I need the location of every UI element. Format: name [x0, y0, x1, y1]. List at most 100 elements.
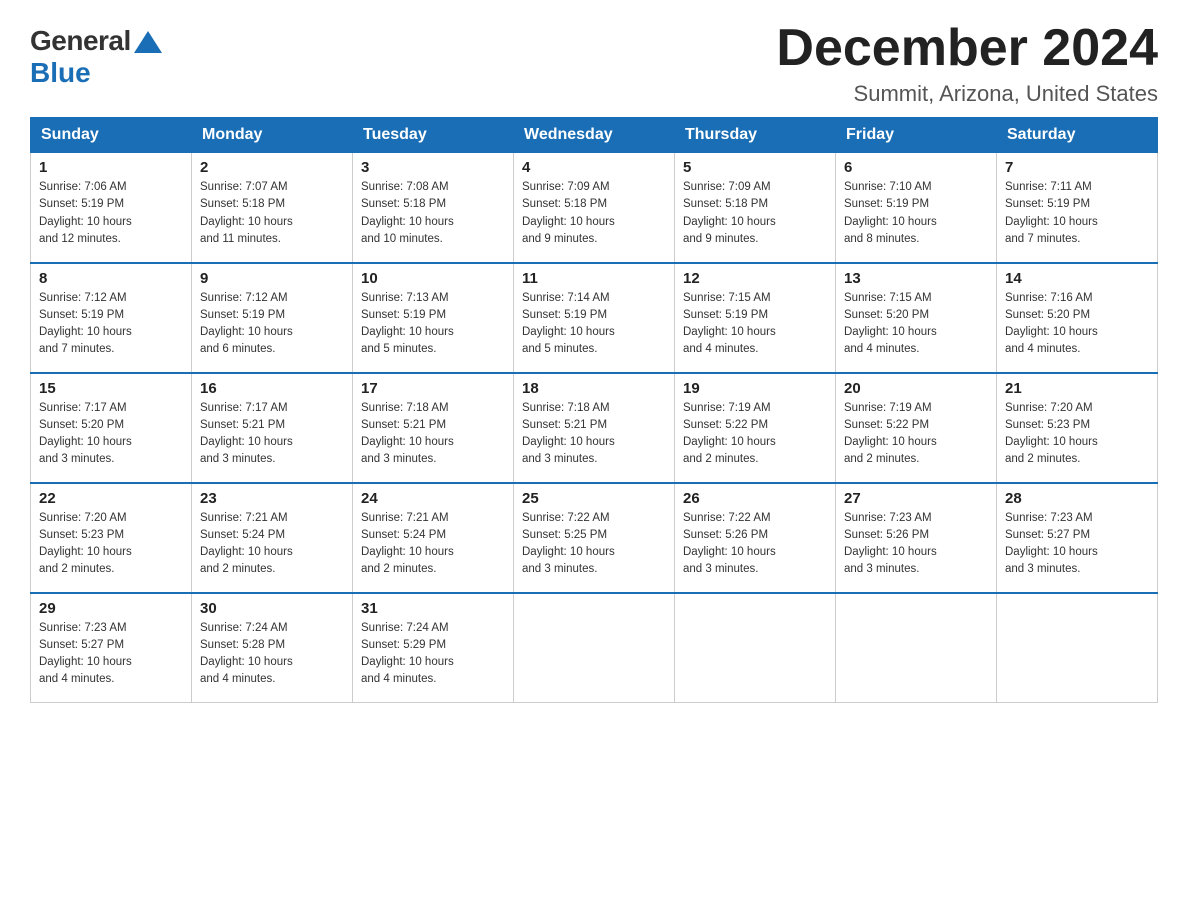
- day-info: Sunrise: 7:23 AMSunset: 5:27 PMDaylight:…: [1005, 510, 1149, 579]
- calendar-cell: 6 Sunrise: 7:10 AMSunset: 5:19 PMDayligh…: [836, 153, 997, 263]
- logo-general: General: [30, 25, 162, 57]
- week-row-3: 15 Sunrise: 7:17 AMSunset: 5:20 PMDaylig…: [31, 373, 1158, 483]
- day-number: 16: [200, 380, 344, 397]
- calendar-table: SundayMondayTuesdayWednesdayThursdayFrid…: [30, 117, 1158, 703]
- calendar-cell: 28 Sunrise: 7:23 AMSunset: 5:27 PMDaylig…: [997, 483, 1158, 593]
- calendar-cell: 12 Sunrise: 7:15 AMSunset: 5:19 PMDaylig…: [675, 263, 836, 373]
- week-row-2: 8 Sunrise: 7:12 AMSunset: 5:19 PMDayligh…: [31, 263, 1158, 373]
- day-number: 2: [200, 159, 344, 176]
- day-info: Sunrise: 7:13 AMSunset: 5:19 PMDaylight:…: [361, 290, 505, 359]
- calendar-cell: [997, 593, 1158, 703]
- calendar-cell: 20 Sunrise: 7:19 AMSunset: 5:22 PMDaylig…: [836, 373, 997, 483]
- day-info: Sunrise: 7:10 AMSunset: 5:19 PMDaylight:…: [844, 179, 988, 248]
- day-info: Sunrise: 7:08 AMSunset: 5:18 PMDaylight:…: [361, 179, 505, 248]
- day-number: 19: [683, 380, 827, 397]
- calendar-cell: 4 Sunrise: 7:09 AMSunset: 5:18 PMDayligh…: [514, 153, 675, 263]
- day-info: Sunrise: 7:18 AMSunset: 5:21 PMDaylight:…: [522, 400, 666, 469]
- day-info: Sunrise: 7:24 AMSunset: 5:29 PMDaylight:…: [361, 620, 505, 689]
- calendar-cell: [836, 593, 997, 703]
- logo-triangle-icon: [134, 31, 162, 53]
- calendar-cell: 16 Sunrise: 7:17 AMSunset: 5:21 PMDaylig…: [192, 373, 353, 483]
- day-info: Sunrise: 7:20 AMSunset: 5:23 PMDaylight:…: [1005, 400, 1149, 469]
- day-number: 10: [361, 270, 505, 287]
- weekday-header-row: SundayMondayTuesdayWednesdayThursdayFrid…: [31, 118, 1158, 153]
- week-row-5: 29 Sunrise: 7:23 AMSunset: 5:27 PMDaylig…: [31, 593, 1158, 703]
- day-info: Sunrise: 7:07 AMSunset: 5:18 PMDaylight:…: [200, 179, 344, 248]
- day-number: 6: [844, 159, 988, 176]
- day-number: 5: [683, 159, 827, 176]
- location-title: Summit, Arizona, United States: [776, 81, 1158, 107]
- calendar-cell: 22 Sunrise: 7:20 AMSunset: 5:23 PMDaylig…: [31, 483, 192, 593]
- calendar-cell: 18 Sunrise: 7:18 AMSunset: 5:21 PMDaylig…: [514, 373, 675, 483]
- calendar-cell: 30 Sunrise: 7:24 AMSunset: 5:28 PMDaylig…: [192, 593, 353, 703]
- calendar-body: 1 Sunrise: 7:06 AMSunset: 5:19 PMDayligh…: [31, 153, 1158, 703]
- calendar-cell: 9 Sunrise: 7:12 AMSunset: 5:19 PMDayligh…: [192, 263, 353, 373]
- day-info: Sunrise: 7:19 AMSunset: 5:22 PMDaylight:…: [844, 400, 988, 469]
- day-number: 20: [844, 380, 988, 397]
- day-number: 8: [39, 270, 183, 287]
- day-number: 4: [522, 159, 666, 176]
- calendar-cell: 11 Sunrise: 7:14 AMSunset: 5:19 PMDaylig…: [514, 263, 675, 373]
- day-number: 3: [361, 159, 505, 176]
- calendar-cell: 13 Sunrise: 7:15 AMSunset: 5:20 PMDaylig…: [836, 263, 997, 373]
- day-number: 22: [39, 490, 183, 507]
- day-number: 12: [683, 270, 827, 287]
- logo-blue-text: Blue: [30, 57, 91, 89]
- calendar-header: SundayMondayTuesdayWednesdayThursdayFrid…: [31, 118, 1158, 153]
- day-number: 27: [844, 490, 988, 507]
- day-info: Sunrise: 7:24 AMSunset: 5:28 PMDaylight:…: [200, 620, 344, 689]
- day-info: Sunrise: 7:19 AMSunset: 5:22 PMDaylight:…: [683, 400, 827, 469]
- calendar-cell: 19 Sunrise: 7:19 AMSunset: 5:22 PMDaylig…: [675, 373, 836, 483]
- day-info: Sunrise: 7:17 AMSunset: 5:21 PMDaylight:…: [200, 400, 344, 469]
- day-info: Sunrise: 7:16 AMSunset: 5:20 PMDaylight:…: [1005, 290, 1149, 359]
- day-number: 15: [39, 380, 183, 397]
- week-row-4: 22 Sunrise: 7:20 AMSunset: 5:23 PMDaylig…: [31, 483, 1158, 593]
- weekday-header-sunday: Sunday: [31, 118, 192, 153]
- week-row-1: 1 Sunrise: 7:06 AMSunset: 5:19 PMDayligh…: [31, 153, 1158, 263]
- day-number: 1: [39, 159, 183, 176]
- day-info: Sunrise: 7:14 AMSunset: 5:19 PMDaylight:…: [522, 290, 666, 359]
- day-info: Sunrise: 7:06 AMSunset: 5:19 PMDaylight:…: [39, 179, 183, 248]
- calendar-cell: 17 Sunrise: 7:18 AMSunset: 5:21 PMDaylig…: [353, 373, 514, 483]
- day-info: Sunrise: 7:22 AMSunset: 5:26 PMDaylight:…: [683, 510, 827, 579]
- day-number: 11: [522, 270, 666, 287]
- logo-general-text: General: [30, 25, 131, 57]
- calendar-cell: [514, 593, 675, 703]
- day-number: 7: [1005, 159, 1149, 176]
- calendar-cell: 3 Sunrise: 7:08 AMSunset: 5:18 PMDayligh…: [353, 153, 514, 263]
- calendar-cell: 21 Sunrise: 7:20 AMSunset: 5:23 PMDaylig…: [997, 373, 1158, 483]
- day-info: Sunrise: 7:12 AMSunset: 5:19 PMDaylight:…: [200, 290, 344, 359]
- day-info: Sunrise: 7:15 AMSunset: 5:20 PMDaylight:…: [844, 290, 988, 359]
- weekday-header-tuesday: Tuesday: [353, 118, 514, 153]
- day-number: 26: [683, 490, 827, 507]
- day-number: 14: [1005, 270, 1149, 287]
- calendar-cell: 5 Sunrise: 7:09 AMSunset: 5:18 PMDayligh…: [675, 153, 836, 263]
- day-info: Sunrise: 7:15 AMSunset: 5:19 PMDaylight:…: [683, 290, 827, 359]
- month-title: December 2024: [776, 20, 1158, 77]
- weekday-header-friday: Friday: [836, 118, 997, 153]
- day-number: 28: [1005, 490, 1149, 507]
- day-number: 24: [361, 490, 505, 507]
- weekday-header-saturday: Saturday: [997, 118, 1158, 153]
- day-number: 31: [361, 600, 505, 617]
- day-number: 30: [200, 600, 344, 617]
- day-number: 29: [39, 600, 183, 617]
- calendar-cell: 2 Sunrise: 7:07 AMSunset: 5:18 PMDayligh…: [192, 153, 353, 263]
- calendar-cell: 8 Sunrise: 7:12 AMSunset: 5:19 PMDayligh…: [31, 263, 192, 373]
- day-info: Sunrise: 7:09 AMSunset: 5:18 PMDaylight:…: [522, 179, 666, 248]
- day-info: Sunrise: 7:21 AMSunset: 5:24 PMDaylight:…: [200, 510, 344, 579]
- day-info: Sunrise: 7:11 AMSunset: 5:19 PMDaylight:…: [1005, 179, 1149, 248]
- day-info: Sunrise: 7:09 AMSunset: 5:18 PMDaylight:…: [683, 179, 827, 248]
- day-info: Sunrise: 7:21 AMSunset: 5:24 PMDaylight:…: [361, 510, 505, 579]
- day-number: 25: [522, 490, 666, 507]
- day-number: 21: [1005, 380, 1149, 397]
- weekday-header-thursday: Thursday: [675, 118, 836, 153]
- calendar-cell: 15 Sunrise: 7:17 AMSunset: 5:20 PMDaylig…: [31, 373, 192, 483]
- title-block: December 2024 Summit, Arizona, United St…: [776, 20, 1158, 107]
- day-number: 9: [200, 270, 344, 287]
- calendar-cell: 24 Sunrise: 7:21 AMSunset: 5:24 PMDaylig…: [353, 483, 514, 593]
- calendar-cell: 23 Sunrise: 7:21 AMSunset: 5:24 PMDaylig…: [192, 483, 353, 593]
- day-number: 18: [522, 380, 666, 397]
- calendar-cell: 27 Sunrise: 7:23 AMSunset: 5:26 PMDaylig…: [836, 483, 997, 593]
- weekday-header-wednesday: Wednesday: [514, 118, 675, 153]
